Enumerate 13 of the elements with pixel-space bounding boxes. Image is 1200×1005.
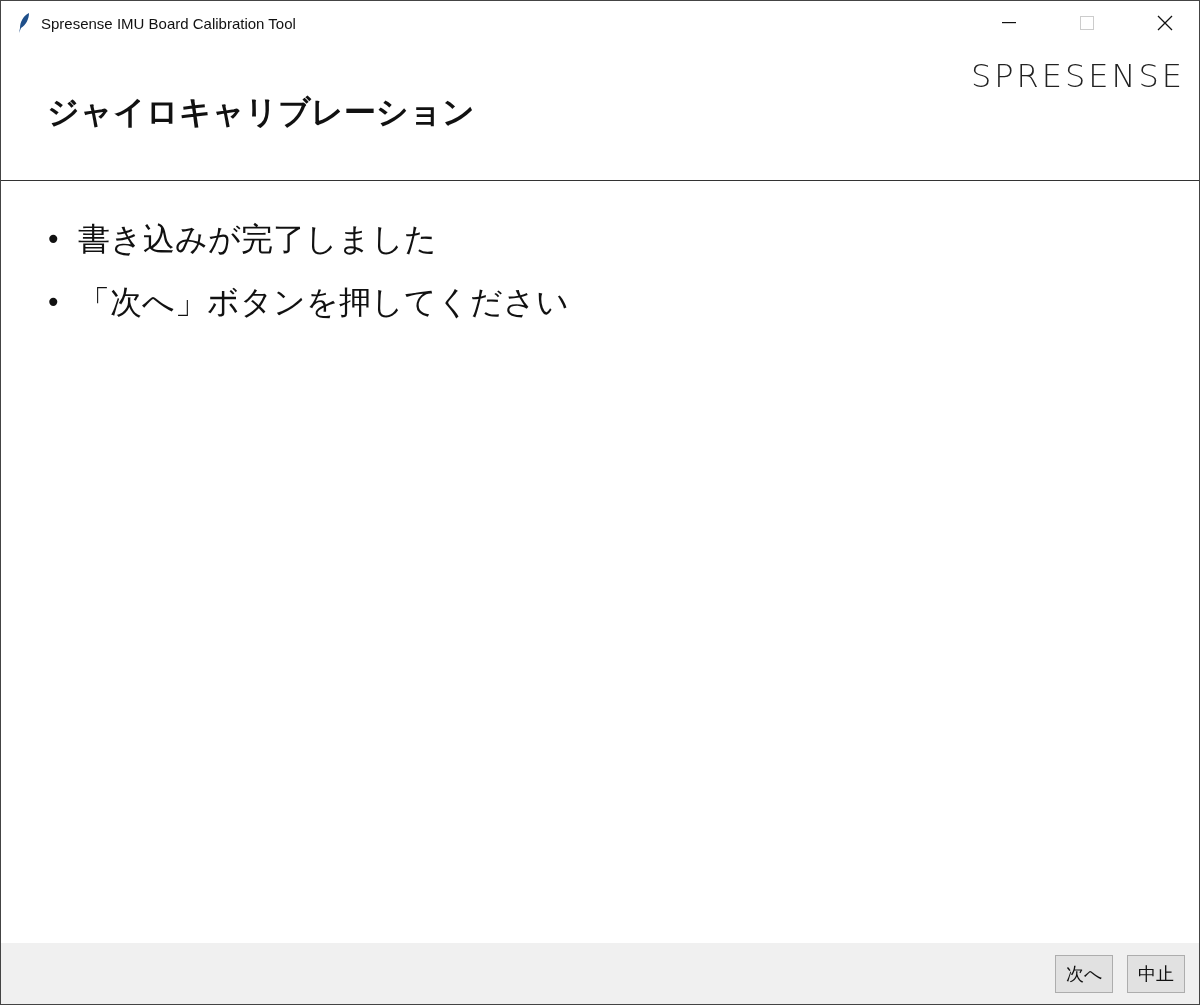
footer-button[interactable]: 次へ — [1055, 954, 1113, 993]
instruction-text: 書き込みが完了しました — [77, 219, 437, 259]
feather-icon — [17, 12, 31, 34]
bullet-marker: • — [45, 285, 62, 319]
page-title: ジャイロキャリブレーション — [47, 92, 475, 133]
footer-button[interactable]: 中止 — [1127, 954, 1185, 993]
minimize-icon — [1002, 22, 1016, 24]
bullet-marker: • — [45, 222, 62, 256]
window-title: Spresense IMU Board Calibration Tool — [41, 14, 297, 32]
close-icon — [1157, 15, 1173, 31]
maximize-icon — [1080, 16, 1094, 30]
instruction-text: 「次へ」ボタンを押してください — [77, 282, 569, 322]
logo: SPRESENSE — [970, 57, 1185, 95]
